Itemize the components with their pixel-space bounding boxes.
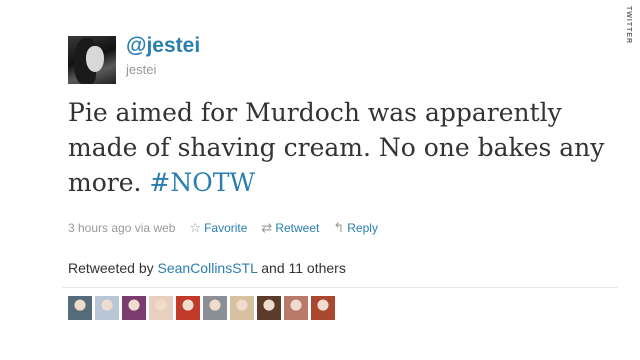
retweeter-avatar[interactable] xyxy=(203,296,227,320)
favorite-label: Favorite xyxy=(204,221,248,235)
retweeter-avatar[interactable] xyxy=(257,296,281,320)
retweeted-prefix: Retweeted by xyxy=(68,260,154,276)
retweeter-avatar[interactable] xyxy=(68,296,92,320)
tweet-timestamp[interactable]: 3 hours ago via web xyxy=(68,221,175,235)
retweeted-by-line: Retweeted by SeanCollinsSTL and 11 other… xyxy=(68,260,346,276)
retweeter-link[interactable]: SeanCollinsSTL xyxy=(158,260,258,276)
tweet-hashtag-link[interactable]: #NOTW xyxy=(149,168,255,197)
tweet-text: Pie aimed for Murdoch was apparently mad… xyxy=(68,95,608,200)
author-username[interactable]: jestei xyxy=(126,62,156,77)
retweeter-avatar[interactable] xyxy=(230,296,254,320)
retweeter-avatar[interactable] xyxy=(311,296,335,320)
retweeter-avatars xyxy=(68,296,338,320)
author-handle[interactable]: @jestei xyxy=(126,34,200,58)
reply-icon: ↰ xyxy=(333,220,345,235)
reply-label: Reply xyxy=(347,221,378,235)
retweet-button[interactable]: ⇄ Retweet xyxy=(261,220,319,236)
avatar-face xyxy=(86,46,104,72)
retweeter-avatar[interactable] xyxy=(284,296,308,320)
retweeted-suffix[interactable]: and 11 others xyxy=(261,260,346,276)
tweet-meta-bar: 3 hours ago via web ☆ Favorite ⇄ Retweet… xyxy=(68,220,378,236)
reply-button[interactable]: ↰ Reply xyxy=(333,220,378,236)
retweet-label: Retweet xyxy=(275,221,320,235)
favorite-button[interactable]: ☆ Favorite xyxy=(189,220,247,236)
star-icon: ☆ xyxy=(189,220,202,235)
author-avatar[interactable] xyxy=(68,36,116,84)
divider xyxy=(62,287,618,288)
retweeter-avatar[interactable] xyxy=(95,296,119,320)
twitter-side-label: TWITTER xyxy=(625,6,632,45)
retweeter-avatar[interactable] xyxy=(149,296,173,320)
retweet-icon: ⇄ xyxy=(261,220,273,235)
retweeter-avatar[interactable] xyxy=(176,296,200,320)
retweeter-avatar[interactable] xyxy=(122,296,146,320)
